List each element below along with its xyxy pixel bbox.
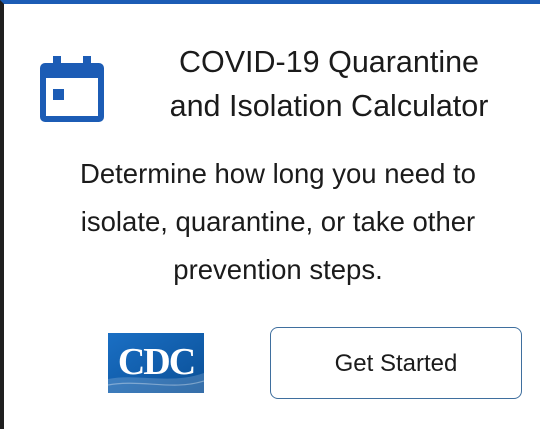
calendar-icon [40,56,104,122]
description-line: isolate, quarantine, or take other [80,206,476,237]
cdc-logo: CDC [108,333,204,393]
card-description: Determine how long you need to isolate, … [24,150,532,294]
description-line: prevention steps. [173,254,383,285]
title-line: COVID-19 Quarantine [178,45,480,79]
title-line: and Isolation Calculator [169,89,489,123]
get-started-button[interactable]: Get Started [270,327,522,399]
page-title: COVID-19 Quarantine and Isolation Calcul… [114,40,540,128]
description-line: Determine how long you need to [80,158,476,189]
card-header: COVID-19 Quarantine and Isolation Calcul… [4,40,540,136]
calculator-card: COVID-19 Quarantine and Isolation Calcul… [0,0,540,429]
cdc-logo-text: CDC [118,341,194,383]
